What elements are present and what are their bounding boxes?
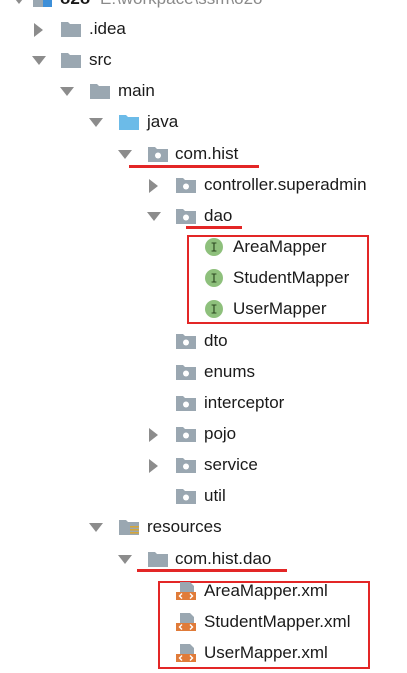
expand-arrow-icon[interactable] [32, 54, 46, 66]
tree-row-project-root[interactable]: o2o E:\workpace\ssm\o2o [0, 0, 407, 14]
module-icon [32, 0, 54, 9]
expand-arrow-icon[interactable] [60, 85, 74, 97]
expand-arrow-icon[interactable] [147, 210, 161, 222]
tree-label: UserMapper.xml [204, 643, 328, 662]
project-path: E:\workpace\ssm\o2o [100, 0, 263, 10]
project-name: o2o [60, 0, 90, 10]
tree-row-service[interactable]: service [0, 450, 407, 480]
highlight-underline-dao [186, 226, 242, 229]
tree-row-controller-superadmin[interactable]: controller.superadmin [0, 170, 407, 200]
tree-row-enums[interactable]: enums [0, 357, 407, 387]
package-icon [175, 455, 197, 475]
collapsed-arrow-icon[interactable] [147, 179, 159, 193]
tree-row-resources[interactable]: resources [0, 512, 407, 542]
tree-row-java[interactable]: java [0, 107, 407, 137]
tree-label: controller.superadmin [204, 175, 367, 194]
tree-row-interceptor[interactable]: interceptor [0, 388, 407, 418]
tree-row-usermapper[interactable]: I UserMapper [0, 294, 407, 324]
collapsed-arrow-icon[interactable] [147, 428, 159, 442]
interface-icon: I [204, 237, 226, 257]
interface-badge: I [210, 241, 217, 255]
folder-icon [60, 19, 82, 39]
tree-row-areamapper[interactable]: I AreaMapper [0, 232, 407, 262]
package-icon [175, 175, 197, 195]
tree-label: pojo [204, 424, 237, 443]
tree-label: enums [204, 362, 256, 381]
collapsed-arrow-icon[interactable] [147, 459, 159, 473]
tree-label: dao [204, 206, 233, 225]
tree-row-main[interactable]: main [0, 76, 407, 106]
package-icon [175, 424, 197, 444]
tree-label: util [204, 486, 226, 505]
tree-row-pojo[interactable]: pojo [0, 419, 407, 449]
interface-icon: I [204, 299, 226, 319]
tree-row-studentmapper[interactable]: I StudentMapper [0, 263, 407, 293]
expand-arrow-icon[interactable] [12, 0, 26, 5]
highlight-underline-com-hist-dao [137, 569, 287, 572]
expand-arrow-icon[interactable] [118, 553, 132, 565]
xml-file-icon [175, 612, 197, 632]
package-icon [175, 393, 197, 413]
interface-icon: I [204, 268, 226, 288]
expand-arrow-icon[interactable] [118, 148, 132, 160]
tree-label: src [89, 50, 112, 69]
project-tree: o2o E:\workpace\ssm\o2o .idea src main j… [0, 0, 407, 673]
source-folder-icon [118, 112, 140, 132]
tree-label: .idea [89, 19, 126, 38]
tree-label: java [147, 112, 179, 131]
package-icon [147, 144, 169, 164]
expand-arrow-icon[interactable] [89, 521, 103, 533]
tree-label: main [118, 81, 155, 100]
interface-badge: I [210, 272, 217, 286]
tree-label: StudentMapper [233, 268, 350, 287]
tree-row-studentmapper-xml[interactable]: StudentMapper.xml [0, 607, 407, 637]
tree-row-dto[interactable]: dto [0, 326, 407, 356]
tree-label: UserMapper [233, 299, 327, 318]
folder-icon [60, 50, 82, 70]
tree-label: AreaMapper [233, 237, 327, 256]
tree-label: dto [204, 331, 228, 350]
folder-icon [89, 81, 111, 101]
tree-label: service [204, 455, 258, 474]
tree-row-util[interactable]: util [0, 481, 407, 511]
package-icon [175, 362, 197, 382]
xml-file-icon [175, 643, 197, 663]
collapsed-arrow-icon[interactable] [32, 23, 44, 37]
tree-label: resources [147, 517, 222, 536]
folder-icon [147, 549, 169, 569]
tree-label: com.hist.dao [175, 549, 272, 568]
tree-row-src[interactable]: src [0, 45, 407, 75]
tree-label: AreaMapper.xml [204, 581, 328, 600]
xml-file-icon [175, 581, 197, 601]
tree-row-usermapper-xml[interactable]: UserMapper.xml [0, 638, 407, 668]
resources-folder-icon [118, 517, 140, 537]
tree-label: interceptor [204, 393, 285, 412]
package-icon [175, 486, 197, 506]
package-icon [175, 331, 197, 351]
tree-label: com.hist [175, 144, 239, 163]
tree-row-areamapper-xml[interactable]: AreaMapper.xml [0, 576, 407, 606]
tree-label: StudentMapper.xml [204, 612, 351, 631]
package-icon [175, 206, 197, 226]
interface-badge: I [210, 303, 217, 317]
tree-row-idea[interactable]: .idea [0, 14, 407, 44]
highlight-underline-com-hist [129, 165, 259, 168]
expand-arrow-icon[interactable] [89, 116, 103, 128]
